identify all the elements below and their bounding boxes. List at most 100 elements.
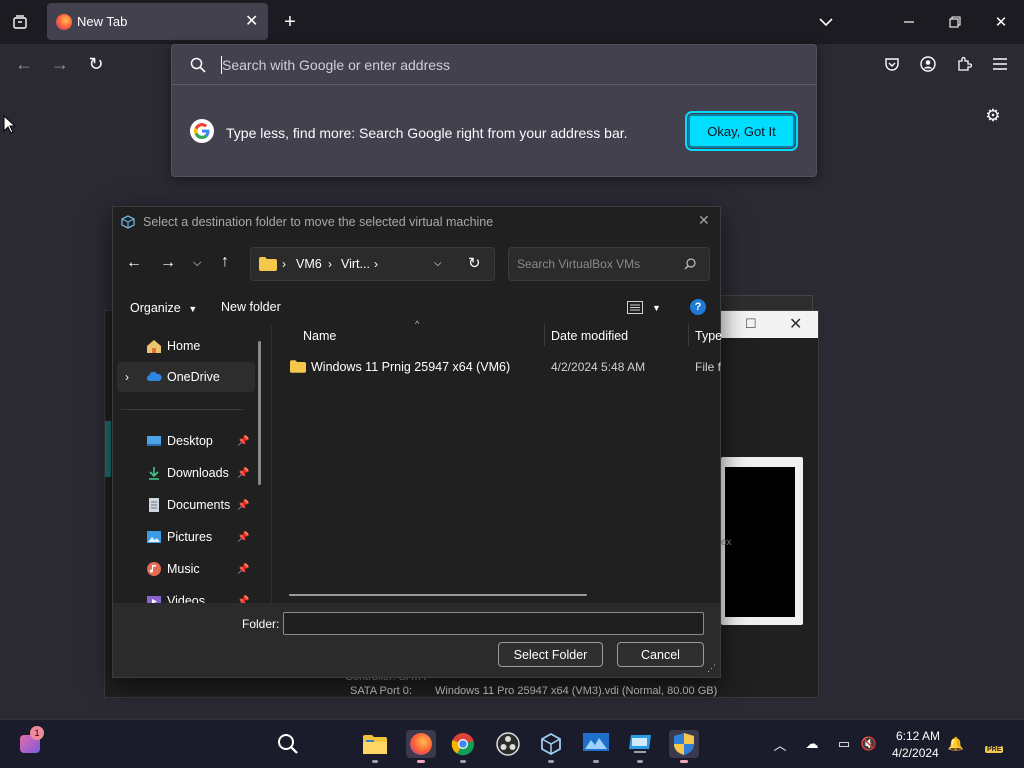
breadcrumb-separator-icon: › [282,257,286,271]
virtualbox-taskbar-icon[interactable] [537,730,565,758]
column-header-name[interactable]: Name [303,329,336,343]
address-bar[interactable]: Search with Google or enter address [172,45,816,85]
running-indicator [372,760,378,763]
breadcrumb-separator-icon: › [374,257,378,271]
tab-bar: New Tab ✕ + ✕ [0,0,1024,44]
refresh-icon[interactable]: ↻ [468,254,481,272]
dialog-title: Select a destination folder to move the … [143,215,494,229]
new-folder-button[interactable]: New folder [221,300,281,314]
nav-item-documents[interactable]: Documents 📌 [113,490,258,520]
select-folder-label: Select Folder [513,647,588,662]
teams-chat-icon[interactable]: 1 [16,726,44,758]
cancel-button[interactable]: Cancel [617,642,704,667]
display-tray-icon[interactable]: ▭ [834,734,854,754]
customize-settings-icon[interactable]: ⚙ [979,102,1007,130]
breadcrumb-virt[interactable]: Virt... [341,257,370,271]
folder-icon [259,257,277,271]
show-hidden-icons-chevron-icon[interactable]: ︿ [770,734,790,754]
address-bar-popup: Search with Google or enter address Type… [171,44,817,177]
view-dropdown-icon[interactable]: ▼ [652,303,661,313]
file-explorer-icon[interactable] [361,730,389,758]
column-header-date-modified[interactable]: Date modified [551,329,628,343]
mouse-cursor-icon [3,115,15,134]
dialog-forward-icon[interactable]: → [160,254,176,272]
recent-locations-chevron-icon[interactable]: ⌵ [193,257,201,270]
restore-icon[interactable] [941,8,969,36]
expand-chevron-icon[interactable]: › [125,370,129,384]
address-breadcrumb[interactable]: › VM6 › Virt... › ⌵ [250,247,495,281]
pre-release-badge: PRE [985,746,1004,753]
chrome-icon[interactable] [449,730,477,758]
clock-date[interactable]: 4/2/2024 [892,746,939,760]
nav-pane-scrollbar[interactable] [258,341,261,485]
google-logo-icon [190,119,214,143]
file-row[interactable]: Windows 11 Prnig 25947 x64 (VM6) 4/2/202… [283,355,721,381]
forward-icon[interactable]: → [46,50,74,78]
nav-item-label: Desktop [167,434,213,448]
pocket-icon[interactable] [878,50,906,78]
close-tab-icon[interactable]: ✕ [245,11,258,31]
obs-icon[interactable] [494,730,522,758]
list-tabs-chevron-icon[interactable] [812,8,840,36]
search-vms-box[interactable]: Search VirtualBox VMs [508,247,710,281]
organize-menu[interactable]: Organize ▼ [130,300,197,315]
nav-item-desktop[interactable]: Desktop 📌 [113,426,258,456]
hamburger-menu-icon[interactable] [986,50,1014,78]
up-folder-icon[interactable]: ↑ [221,253,229,271]
running-indicator [593,760,599,763]
horizontal-scrollbar[interactable] [289,594,587,596]
search-vms-placeholder: Search VirtualBox VMs [517,257,641,271]
help-icon[interactable]: ? [690,299,706,315]
pin-icon: 📌 [237,467,250,479]
dialog-back-icon[interactable]: ← [126,254,142,272]
security-shield-icon[interactable] [669,730,699,758]
nav-item-videos[interactable]: Videos 📌 [113,586,258,603]
resize-grip-icon[interactable]: ⋰ [707,663,716,674]
firefox-taskbar-icon[interactable] [406,730,436,758]
dialog-close-icon[interactable]: ✕ [698,212,710,229]
nav-divider [121,409,243,410]
background-accent-strip [105,421,111,477]
nav-item-pictures[interactable]: Pictures 📌 [113,522,258,552]
okay-got-it-button[interactable]: Okay, Got It [685,111,798,151]
nav-item-onedrive[interactable]: › OneDrive [117,362,255,392]
remote-desktop-icon[interactable] [626,730,654,758]
running-indicator [637,760,643,763]
running-indicator [417,760,425,763]
new-tab-icon[interactable]: + [276,8,304,36]
bg-maximize-icon[interactable]: ☐ [745,316,757,332]
nav-item-home[interactable]: Home [113,331,258,361]
search-taskbar-icon[interactable] [274,730,302,758]
view-options-icon[interactable] [627,301,643,314]
bg-close-icon[interactable]: ✕ [789,314,802,334]
select-folder-button[interactable]: Select Folder [498,642,603,667]
desktop-icon [147,436,161,446]
address-dropdown-chevron-icon[interactable]: ⌵ [434,258,442,269]
folder-input[interactable] [283,612,704,635]
extensions-icon[interactable] [950,50,978,78]
breadcrumb-vm6[interactable]: VM6 [296,257,322,271]
nav-item-music[interactable]: Music 📌 [113,554,258,584]
notification-bell-icon[interactable]: 🔔 [946,734,966,754]
nav-item-label: Documents [167,498,231,512]
navigation-pane: Home › OneDrive Desktop 📌 Downloads 📌 Do… [113,329,271,603]
all-tabs-icon[interactable] [6,8,34,36]
minimize-icon[interactable] [895,8,923,36]
file-row-name: Windows 11 Prnig 25947 x64 (VM6) [311,360,511,374]
tab-new-tab[interactable]: New Tab ✕ [47,3,268,40]
reload-icon[interactable]: ↻ [82,50,110,78]
column-header-type[interactable]: Type [695,329,722,343]
pictures-icon [147,531,161,543]
clock-time[interactable]: 6:12 AM [896,729,940,743]
onedrive-tray-icon[interactable]: ☁ [802,734,822,754]
back-icon[interactable]: ← [10,50,38,78]
volume-muted-icon[interactable]: 🔇 [859,734,879,754]
running-indicator [548,760,554,763]
notification-badge: 1 [30,726,44,740]
account-icon[interactable] [914,50,942,78]
organize-label: Organize [130,301,181,315]
nav-item-downloads[interactable]: Downloads 📌 [113,458,258,488]
vm-preview-screen [725,467,795,617]
close-window-icon[interactable]: ✕ [987,8,1015,36]
monitor-app-icon[interactable] [582,730,610,758]
